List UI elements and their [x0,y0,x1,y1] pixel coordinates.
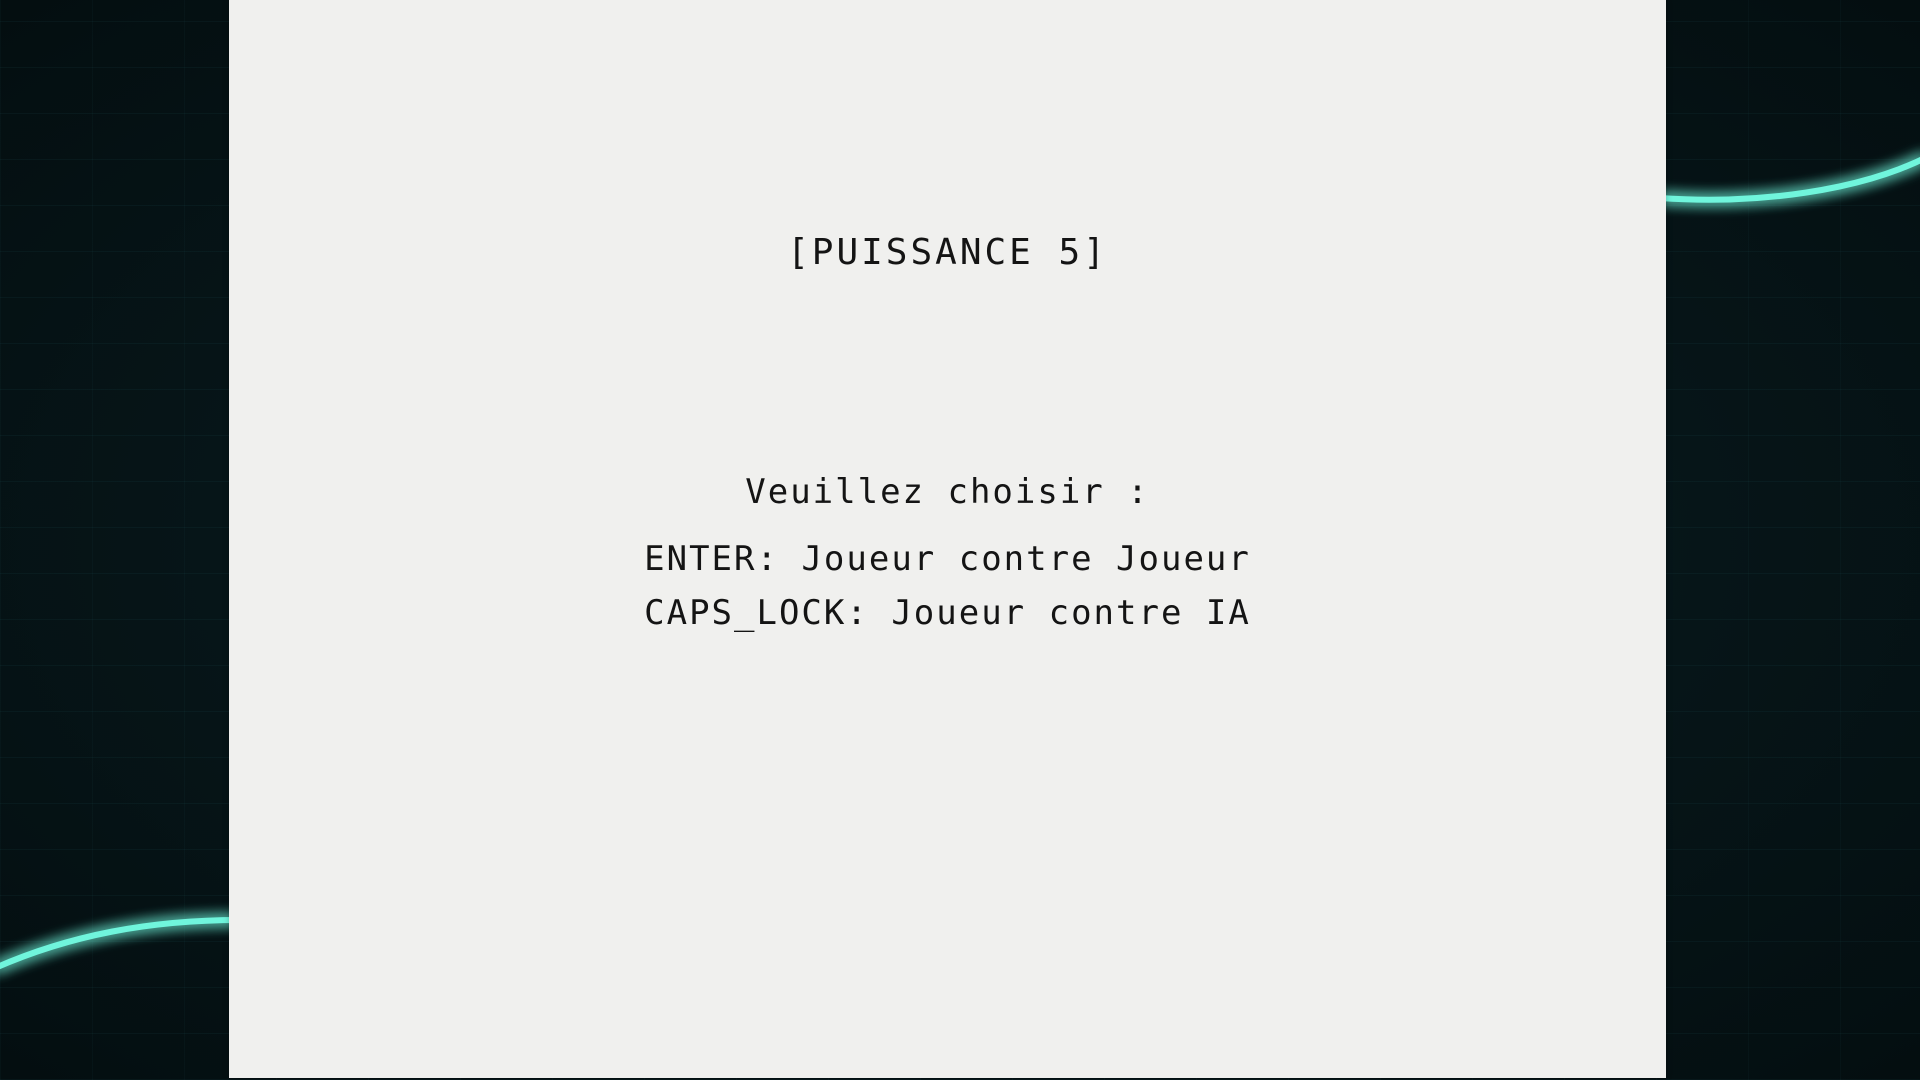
neon-arc-bottom-left [0,917,243,970]
option-pve-label: Joueur contre IA [891,593,1251,633]
option-pvp-label: Joueur contre Joueur [801,539,1251,579]
neon-arc-top-right [1657,157,1920,203]
main-menu-panel: [PUISSANCE 5] Veuillez choisir : ENTER: … [229,0,1666,1078]
mode-options: ENTER: Joueur contre Joueur CAPS_LOCK: J… [229,532,1666,640]
option-pve-separator: : [846,593,892,633]
choose-prompt: Veuillez choisir : [745,472,1150,512]
option-pvp[interactable]: ENTER: Joueur contre Joueur [644,532,1251,586]
option-pvp-separator: : [756,539,802,579]
game-window: [PUISSANCE 5] Veuillez choisir : ENTER: … [0,0,1920,1080]
option-pve[interactable]: CAPS_LOCK: Joueur contre IA [644,586,1251,640]
option-pvp-key: ENTER [644,539,757,579]
option-pve-key: CAPS_LOCK [644,593,847,633]
game-title: [PUISSANCE 5] [787,232,1108,273]
